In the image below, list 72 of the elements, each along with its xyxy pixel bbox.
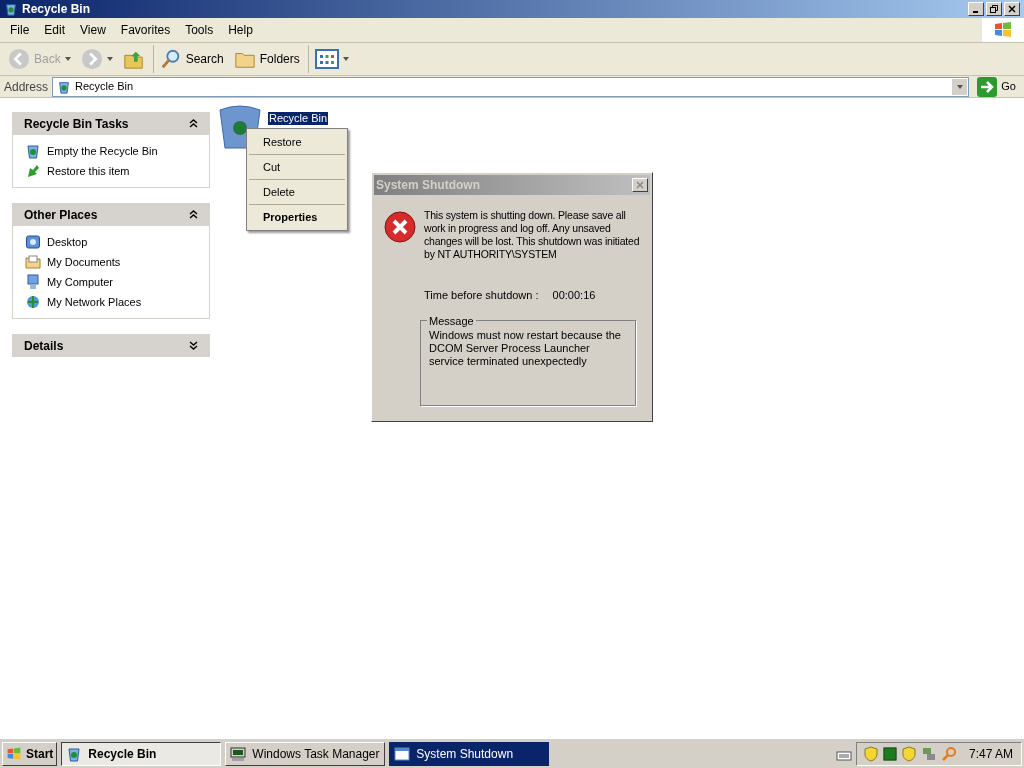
task-link[interactable]: Desktop bbox=[25, 234, 197, 250]
dropdown-arrow-icon bbox=[342, 57, 349, 61]
expand-chevron-icon[interactable] bbox=[189, 341, 198, 350]
shutdown-message: This system is shutting down. Please save all work in progress and log off. Any unsaved changes will be lost. This shutdown was initiated by NT AUTHORITY\SYSTEM bbox=[424, 209, 641, 261]
dropdown-button[interactable] bbox=[952, 78, 968, 95]
maximize-button[interactable] bbox=[986, 2, 1002, 16]
dropdown-arrow-icon bbox=[956, 84, 963, 89]
recycle-bin-icon bbox=[66, 745, 83, 762]
menu-item[interactable]: File bbox=[4, 21, 36, 39]
menu-item[interactable]: Edit bbox=[38, 21, 72, 39]
start-button[interactable]: Start bbox=[2, 741, 58, 766]
arrow-right-icon bbox=[977, 76, 998, 97]
window-icon bbox=[394, 745, 411, 762]
context-menu-item[interactable]: Delete bbox=[249, 180, 345, 204]
panel-header[interactable]: Details bbox=[12, 334, 210, 357]
magnifier-icon bbox=[159, 48, 182, 70]
taskbar-button[interactable]: Windows Task Manager bbox=[225, 741, 386, 766]
context-menu-item[interactable]: Cut bbox=[249, 155, 345, 179]
restore-arrow-icon bbox=[25, 163, 41, 179]
maximize-icon bbox=[990, 5, 998, 13]
menu-item[interactable]: Favorites bbox=[114, 21, 177, 39]
close-button[interactable] bbox=[1004, 2, 1020, 16]
search-button[interactable]: Search bbox=[155, 45, 228, 73]
countdown-value: 00:00:16 bbox=[552, 288, 596, 303]
collapse-chevron-icon[interactable] bbox=[189, 119, 198, 128]
dialog-title: System Shutdown bbox=[376, 177, 480, 194]
window-title: Recycle Bin bbox=[22, 1, 91, 18]
grid-view-icon bbox=[314, 49, 339, 69]
panel-title: Details bbox=[24, 337, 64, 355]
minimize-button[interactable] bbox=[968, 2, 984, 16]
close-icon bbox=[1008, 5, 1016, 13]
close-icon bbox=[636, 181, 644, 189]
taskbar-button[interactable]: Recycle Bin bbox=[61, 741, 222, 766]
folders-button[interactable]: Folders bbox=[229, 45, 309, 73]
panel-header[interactable]: Recycle Bin Tasks bbox=[12, 112, 210, 135]
desktop-icon bbox=[25, 234, 41, 250]
recycle-bin-icon bbox=[25, 143, 41, 159]
clock: 7:47 AM bbox=[968, 745, 1013, 763]
task-link[interactable]: My Network Places bbox=[25, 294, 197, 310]
computer-monitor-icon bbox=[230, 745, 247, 762]
windows-flag-icon bbox=[6, 745, 22, 762]
recycle-bin-icon bbox=[4, 2, 18, 16]
windows-flag-icon bbox=[993, 20, 1013, 40]
taskbar-button[interactable]: System Shutdown bbox=[389, 741, 550, 766]
address-field[interactable]: Recycle Bin bbox=[52, 76, 970, 97]
menu-item[interactable]: Tools bbox=[179, 21, 220, 39]
error-icon bbox=[384, 211, 416, 243]
context-menu-item[interactable]: Properties bbox=[249, 205, 345, 229]
address-label: Address bbox=[4, 78, 49, 96]
recycle-bin-icon bbox=[57, 79, 72, 94]
dropdown-arrow-icon bbox=[64, 57, 71, 61]
collapse-chevron-icon[interactable] bbox=[189, 210, 198, 219]
file-name[interactable]: Recycle Bin bbox=[268, 112, 329, 125]
task-link[interactable]: My Documents bbox=[25, 254, 197, 270]
task-link[interactable]: Empty the Recycle Bin bbox=[25, 143, 197, 159]
panel-header[interactable]: Other Places bbox=[12, 203, 210, 226]
restart-reason: Windows must now restart because the DCOM Server Process Launcher service terminated unexpectedly bbox=[429, 328, 622, 368]
computer-icon bbox=[25, 274, 41, 290]
square-icon[interactable] bbox=[882, 746, 897, 761]
panel-title: Recycle Bin Tasks bbox=[24, 115, 129, 133]
dropdown-arrow-icon bbox=[106, 57, 113, 61]
menu-item[interactable]: Help bbox=[222, 21, 259, 39]
globe-computer-icon bbox=[25, 294, 41, 310]
close-button[interactable] bbox=[632, 178, 648, 192]
task-link[interactable]: My Computer bbox=[25, 274, 197, 290]
countdown-label: Time before shutdown : bbox=[424, 288, 539, 303]
folder-icon bbox=[25, 254, 41, 270]
menu-item[interactable]: View bbox=[74, 21, 112, 39]
context-menu-item[interactable]: Restore bbox=[249, 130, 345, 154]
go-button[interactable]: Go bbox=[973, 76, 1020, 97]
panel-title: Other Places bbox=[24, 206, 98, 224]
task-link[interactable]: Restore this item bbox=[25, 163, 197, 179]
